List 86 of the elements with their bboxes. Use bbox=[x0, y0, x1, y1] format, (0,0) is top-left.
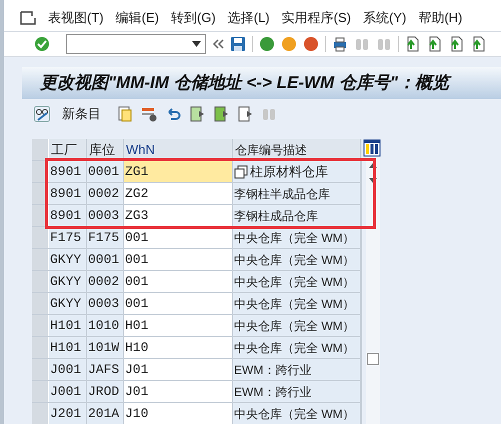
table-cell: 0003 bbox=[87, 205, 124, 226]
table-cell[interactable]: 001 bbox=[124, 227, 233, 248]
table-cell: 201A bbox=[87, 403, 124, 424]
table-cell: EWM：跨行业 bbox=[233, 381, 361, 402]
table-cell[interactable]: H01 bbox=[124, 315, 233, 336]
table-cell[interactable]: J01 bbox=[124, 381, 233, 402]
scroll-thumb[interactable] bbox=[367, 353, 379, 365]
delete-icon[interactable] bbox=[141, 106, 157, 122]
table-cell: 0001 bbox=[87, 161, 124, 182]
table-cell[interactable]: 001 bbox=[124, 293, 233, 314]
table-cell: 0003 bbox=[87, 293, 124, 314]
menu-item[interactable]: 系统(Y) bbox=[362, 8, 406, 28]
select-block-icon[interactable] bbox=[213, 106, 229, 122]
table-cell: GKYY bbox=[49, 271, 87, 292]
table-cell: 中央仓库（完全 WM） bbox=[233, 403, 361, 424]
table-cell: 中央仓库（完全 WM） bbox=[233, 293, 361, 314]
previous-page-icon[interactable] bbox=[427, 36, 443, 52]
menu-item[interactable]: 帮助(H) bbox=[418, 8, 462, 28]
table-cell[interactable]: ZG3 bbox=[124, 205, 233, 226]
table-cell: 0002 bbox=[87, 271, 124, 292]
table-cell: GKYY bbox=[49, 249, 87, 270]
table-cell: 中央仓库（完全 WM） bbox=[233, 271, 361, 292]
menu-item[interactable]: 选择(L) bbox=[228, 8, 270, 28]
table-cell: 8901 bbox=[49, 183, 87, 204]
table-cell: 0002 bbox=[87, 183, 124, 204]
table-cell: 中央仓库（完全 WM） bbox=[233, 227, 361, 248]
next-page-icon[interactable] bbox=[449, 36, 465, 52]
row-selector[interactable] bbox=[32, 227, 49, 248]
table-cell: 1010 bbox=[87, 315, 124, 336]
column-header[interactable]: 库位 bbox=[87, 139, 124, 160]
table-cell: 0001 bbox=[87, 249, 124, 270]
table-cell: F175 bbox=[49, 227, 87, 248]
last-page-icon[interactable] bbox=[471, 36, 487, 52]
table-cell[interactable]: H10 bbox=[124, 337, 233, 358]
print-icon[interactable] bbox=[332, 36, 348, 52]
table-cell: JROD bbox=[87, 381, 124, 402]
table-cell: H101 bbox=[49, 315, 87, 336]
copy-icon[interactable] bbox=[117, 106, 133, 122]
table-cell: JAFS bbox=[87, 359, 124, 380]
table-cell: 李钢柱半成品仓库 bbox=[233, 183, 361, 204]
menu-item[interactable]: 实用程序(S) bbox=[282, 8, 351, 28]
enter-icon[interactable] bbox=[34, 36, 50, 52]
menu-item[interactable]: 编辑(E) bbox=[116, 8, 159, 28]
table-cell: J001 bbox=[49, 381, 87, 402]
table-cell[interactable]: J01 bbox=[124, 359, 233, 380]
screen-title: 更改视图"MM-IM 仓储地址 <-> LE-WM 仓库号"：概览 bbox=[40, 70, 449, 96]
scroll-down-icon[interactable] bbox=[369, 178, 377, 183]
table-cell[interactable]: J10 bbox=[124, 403, 233, 424]
select-all-icon[interactable] bbox=[189, 106, 205, 122]
column-settings-icon[interactable] bbox=[363, 139, 381, 157]
select-all-corner[interactable] bbox=[32, 139, 49, 160]
table-cell: F175 bbox=[87, 227, 124, 248]
table-cell: J001 bbox=[49, 359, 87, 380]
first-page-icon[interactable] bbox=[405, 36, 421, 52]
menu-icon[interactable] bbox=[20, 11, 36, 26]
table-cell: H101 bbox=[49, 337, 87, 358]
save-icon[interactable] bbox=[230, 36, 246, 52]
new-entries-button[interactable]: 新条目 bbox=[62, 104, 101, 124]
menu-item[interactable]: 表视图(T) bbox=[48, 8, 104, 28]
table-cell[interactable]: 001 bbox=[124, 271, 233, 292]
table-cell: J201 bbox=[49, 403, 87, 424]
scrollbar[interactable] bbox=[366, 157, 380, 424]
table-cell: 中央仓库（完全 WM） bbox=[233, 249, 361, 270]
dropdown-icon bbox=[192, 41, 201, 48]
display-change-icon[interactable] bbox=[34, 106, 50, 122]
menu-item[interactable]: 转到(G) bbox=[170, 8, 216, 28]
command-field[interactable] bbox=[66, 34, 206, 54]
column-header[interactable]: WhN bbox=[124, 139, 233, 160]
table-cell-text: 柱原材料仓库 bbox=[250, 162, 328, 181]
table-cell: 101W bbox=[87, 337, 124, 358]
table-cell: 中央仓库（完全 WM） bbox=[233, 337, 361, 358]
collapse-icon[interactable] bbox=[212, 39, 224, 50]
table-cell: 8901 bbox=[49, 205, 87, 226]
scroll-up-icon[interactable] bbox=[369, 163, 377, 168]
table-cell: 中央仓库（完全 WM） bbox=[233, 315, 361, 336]
table-cell: 李钢柱成品仓库 bbox=[233, 205, 361, 226]
column-header[interactable]: 仓库编号描述 bbox=[233, 139, 361, 160]
table-cell[interactable]: ZG1 bbox=[124, 161, 233, 182]
table-cell: GKYY bbox=[49, 293, 87, 314]
table-cell[interactable]: 001 bbox=[124, 249, 233, 270]
table-cell: EWM：跨行业 bbox=[233, 359, 361, 380]
column-header[interactable]: 工厂 bbox=[49, 139, 87, 160]
deselect-icon[interactable] bbox=[237, 106, 253, 122]
table-cell[interactable]: ZG2 bbox=[124, 183, 233, 204]
copy-icon[interactable] bbox=[234, 164, 248, 178]
table-cell: 8901 bbox=[49, 161, 87, 182]
